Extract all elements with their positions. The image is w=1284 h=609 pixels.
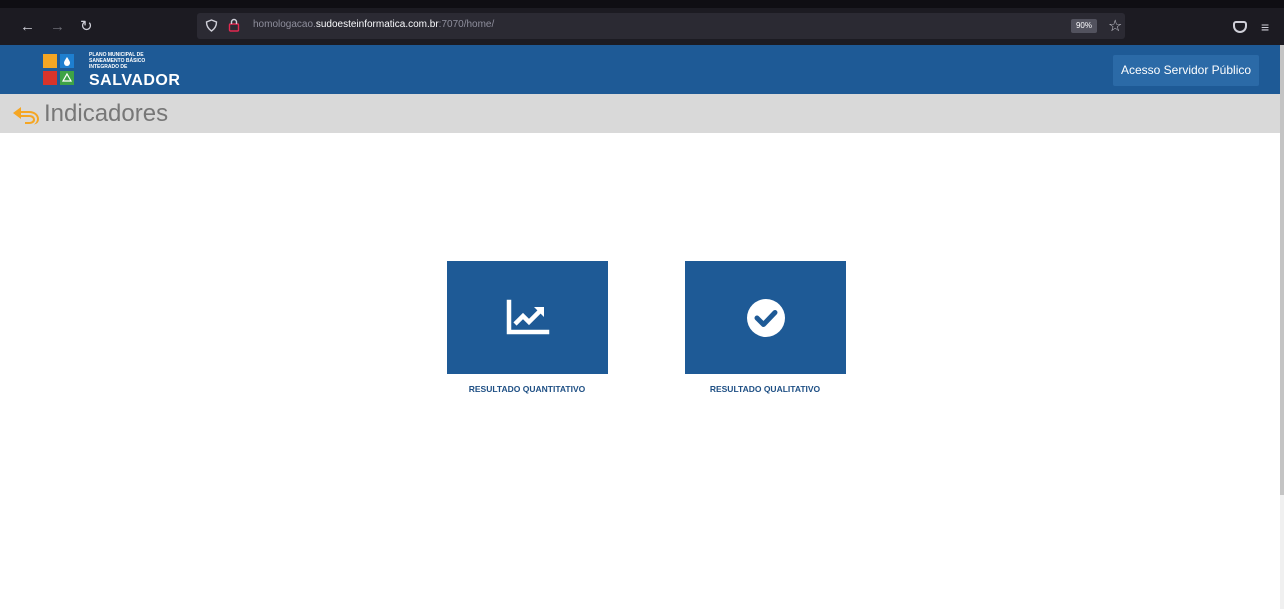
logo-line3: INTEGRADO DE <box>89 64 128 70</box>
url-domain: sudoesteinformatica.com.br <box>315 19 439 30</box>
logo-city: SALVADOR <box>89 72 181 89</box>
address-bar[interactable]: homologacao.sudoesteinformatica.com.br:7… <box>197 13 1125 39</box>
scrollbar-thumb[interactable] <box>1280 45 1284 495</box>
logo[interactable]: PLANO MUNICIPAL DE SANEAMENTO BÁSICO INT… <box>43 52 183 89</box>
reload-icon[interactable]: ↻ <box>80 18 93 36</box>
url-text[interactable]: homologacao.sudoesteinformatica.com.br:7… <box>253 19 494 30</box>
insecure-lock-icon[interactable] <box>228 18 240 32</box>
back-arrow-icon[interactable]: ← <box>20 18 35 36</box>
zoom-level-badge[interactable]: 90% <box>1071 19 1097 33</box>
access-public-server-button[interactable]: Acesso Servidor Público <box>1113 55 1259 86</box>
site-header: PLANO MUNICIPAL DE SANEAMENTO BÁSICO INT… <box>0 45 1280 94</box>
url-prefix: homologacao. <box>253 19 316 30</box>
water-drop-icon <box>64 57 70 66</box>
browser-toolbar: ← → ↻ homologacao.sudoesteinformatica.co… <box>0 0 1284 45</box>
check-circle-icon <box>746 298 785 337</box>
logo-green-square <box>60 71 74 85</box>
shield-icon[interactable] <box>205 19 218 32</box>
logo-yellow-square <box>43 54 57 68</box>
chart-line-up-icon <box>506 299 549 334</box>
quantitative-result-tile[interactable] <box>447 261 608 374</box>
qualitative-result-label[interactable]: RESULTADO QUALITATIVO <box>665 384 865 394</box>
quantitative-result-label[interactable]: RESULTADO QUANTITATIVO <box>427 384 627 394</box>
recycle-icon <box>61 72 73 82</box>
back-arrow-icon[interactable] <box>11 103 41 125</box>
forward-arrow-icon[interactable]: → <box>50 18 65 36</box>
logo-blue-square <box>60 54 74 68</box>
pocket-icon[interactable] <box>1233 21 1247 33</box>
hamburger-menu-icon[interactable]: ≡ <box>1261 19 1269 35</box>
bookmark-star-icon[interactable]: ☆ <box>1108 16 1122 36</box>
url-suffix: :7070/home/ <box>438 19 495 30</box>
qualitative-result-tile[interactable] <box>685 261 846 374</box>
logo-red-square <box>43 71 57 85</box>
page-title-bar: Indicadores <box>0 94 1280 133</box>
page-title: Indicadores <box>44 100 169 127</box>
